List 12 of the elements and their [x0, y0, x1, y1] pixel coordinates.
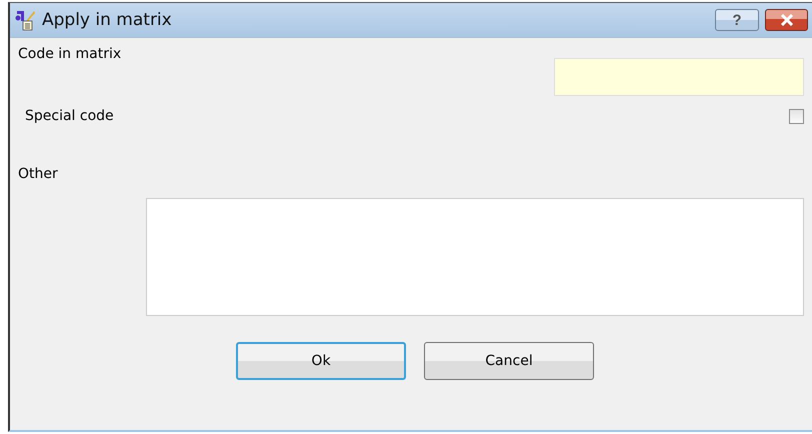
- close-icon: [780, 14, 794, 26]
- code-input-field[interactable]: [554, 58, 804, 96]
- close-button[interactable]: [765, 9, 808, 31]
- app-icon: [14, 9, 36, 31]
- help-button[interactable]: ?: [715, 9, 759, 31]
- checkbox-label: Special code: [25, 108, 114, 124]
- field-label: Code in matrix: [18, 45, 122, 63]
- window-title: Apply in matrix: [42, 10, 173, 30]
- field-label: Other: [17, 166, 58, 182]
- checkbox[interactable]: [789, 108, 804, 124]
- dialog-button[interactable]: Ok: [236, 342, 406, 380]
- dialog-button[interactable]: Cancel: [424, 342, 594, 380]
